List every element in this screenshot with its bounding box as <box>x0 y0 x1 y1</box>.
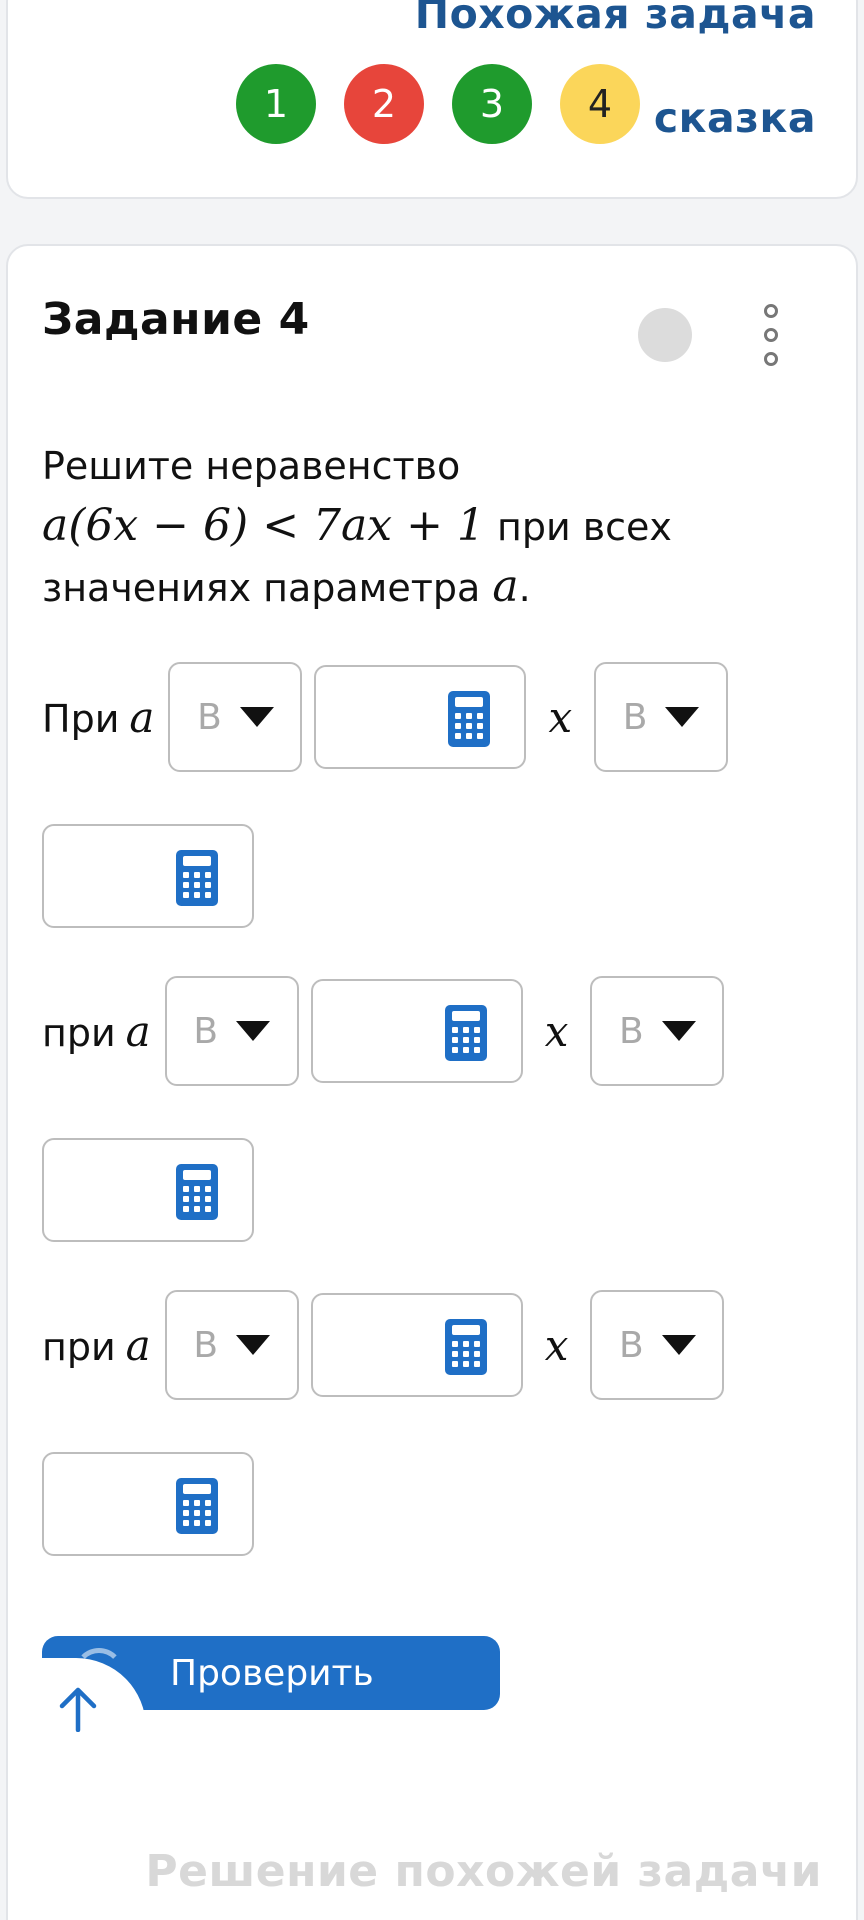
statement-start: Решите неравенство <box>42 444 461 488</box>
param-value-input[interactable] <box>314 665 527 769</box>
calculator-icon[interactable] <box>448 691 491 747</box>
solution-value-input-1[interactable] <box>42 824 254 928</box>
solution-select-3[interactable]: B <box>590 1290 725 1400</box>
hint-link[interactable]: сказка <box>654 94 816 142</box>
arrow-up-icon <box>59 1687 97 1732</box>
check-button-label: Проверить <box>170 1652 374 1694</box>
task-card: Задание 4 Решите неравенство a(6x − 6) <… <box>6 244 858 1920</box>
solution-select-1[interactable]: B <box>594 662 729 772</box>
solution-value-input-3[interactable] <box>42 1452 254 1556</box>
problem-statement: Решите неравенство a(6x − 6) < 7ax + 1 п… <box>42 436 822 618</box>
calculator-icon[interactable] <box>176 1164 218 1220</box>
task-status-indicator <box>638 308 692 362</box>
task-number-list: 1 2 3 4 <box>236 64 640 144</box>
dropdown-arrow-icon <box>661 1021 696 1041</box>
task-navigation-card: Похожая задача 1 2 3 4 сказка <box>6 0 858 199</box>
condition-select-1[interactable]: B <box>168 662 303 772</box>
task-title: Задание 4 <box>42 294 310 345</box>
calculator-icon[interactable] <box>444 1005 487 1061</box>
answer-row-1: При a B x B <box>42 662 729 772</box>
x-variable: x <box>548 692 573 742</box>
condition-select-3[interactable]: B <box>164 1290 299 1400</box>
param-variable: a <box>492 561 519 612</box>
task-number-3[interactable]: 3 <box>452 64 532 144</box>
solution-select-2[interactable]: B <box>590 976 725 1086</box>
solution-value-input-2[interactable] <box>42 1138 254 1242</box>
answer-row-2: при a B x B <box>42 976 725 1086</box>
task-number-1[interactable]: 1 <box>236 64 316 144</box>
dropdown-arrow-icon <box>236 1021 271 1041</box>
param-value-input[interactable] <box>310 979 523 1083</box>
row-label: при a <box>42 1320 151 1370</box>
x-variable: x <box>544 1320 569 1370</box>
answer-row-3: при a B x B <box>42 1290 725 1400</box>
similar-solution-link[interactable]: Решение похожей задачи <box>145 1846 822 1897</box>
task-number-2[interactable]: 2 <box>344 64 424 144</box>
x-variable: x <box>544 1006 569 1056</box>
calculator-icon[interactable] <box>176 1478 218 1534</box>
row-label: При a <box>42 692 155 742</box>
dropdown-arrow-icon <box>236 1335 271 1355</box>
calculator-icon[interactable] <box>176 850 218 906</box>
calculator-icon[interactable] <box>444 1319 487 1375</box>
more-options-icon[interactable] <box>760 304 782 366</box>
statement-end: . <box>518 566 531 610</box>
dropdown-arrow-icon <box>661 1335 696 1355</box>
condition-select-2[interactable]: B <box>164 976 299 1086</box>
page: Похожая задача 1 2 3 4 сказка Задание 4 … <box>0 0 864 1920</box>
similar-task-link[interactable]: Похожая задача <box>415 0 816 38</box>
row-label: при a <box>42 1006 151 1056</box>
task-number-4[interactable]: 4 <box>560 64 640 144</box>
inequality-formula: a(6x − 6) < 7ax + 1 <box>42 500 485 551</box>
dropdown-arrow-icon <box>665 707 700 727</box>
param-value-input[interactable] <box>310 1293 523 1397</box>
dropdown-arrow-icon <box>239 707 274 727</box>
